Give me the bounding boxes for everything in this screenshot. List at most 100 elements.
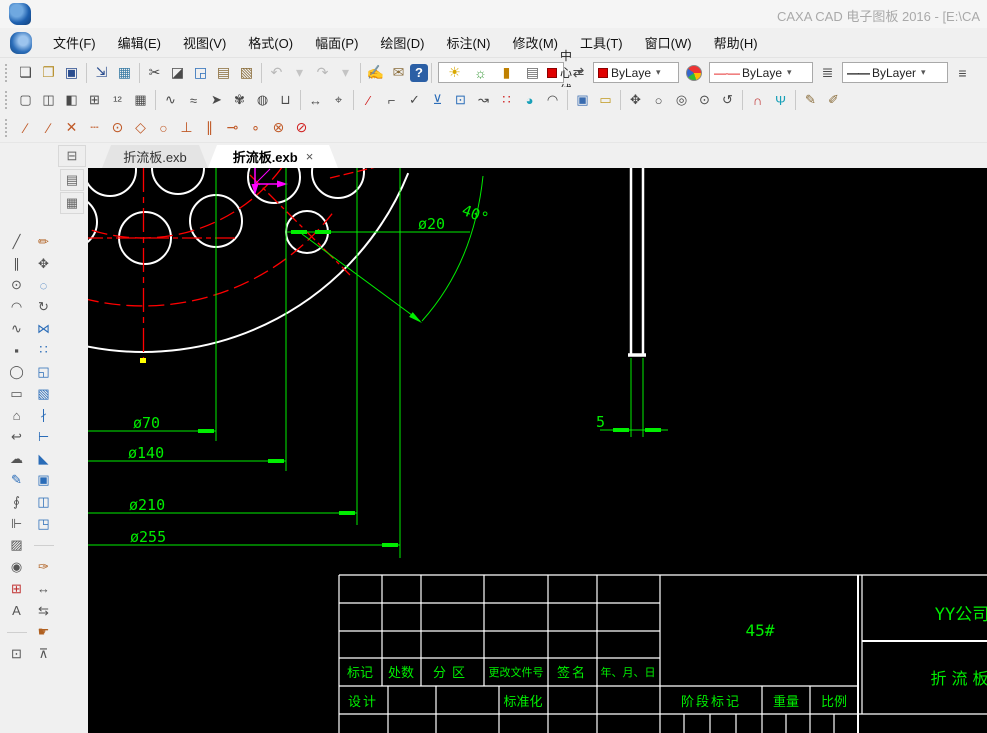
dim-edit-icon[interactable]: ✑ [33, 557, 55, 577]
arc-angle-icon[interactable]: ◠ [541, 89, 564, 112]
clean-document-icon[interactable]: ✍ [364, 61, 387, 84]
menu-view[interactable]: 视图(V) [172, 29, 237, 56]
table-insert-icon[interactable]: ⊞ [6, 579, 28, 599]
draw-arc-icon[interactable]: ◠ [6, 297, 28, 317]
sketch-pen-icon[interactable]: ✎ [799, 89, 822, 112]
serial-number-icon[interactable]: ¹² [106, 89, 129, 112]
undo-icon[interactable]: ↶ [265, 61, 288, 84]
snap-tangent-point-icon[interactable]: ⊗ [267, 116, 290, 139]
layer-visible-bulb-icon[interactable]: ☀ [443, 61, 466, 84]
pan-icon[interactable]: ✥ [624, 89, 647, 112]
chain-dim-icon[interactable]: ↝ [472, 89, 495, 112]
chamfer-icon[interactable]: ◣ [33, 449, 55, 469]
chevron-down-icon[interactable]: ▾ [921, 67, 926, 78]
datum-symbol-icon[interactable]: ⊻ [426, 89, 449, 112]
properties-panel-icon[interactable]: ▤ [60, 169, 84, 191]
draw-spline-icon[interactable]: ∿ [6, 319, 28, 339]
quadrant-circle-icon[interactable]: ◕ [518, 89, 541, 112]
snap-quadrant-icon[interactable]: ◇ [129, 116, 152, 139]
layer-combo[interactable]: ☀☼▮▤ 中心线 ▾ [438, 49, 582, 97]
draw-text-icon[interactable]: A [6, 601, 28, 621]
block-icon[interactable]: ⊡ [6, 644, 28, 664]
dim-linear-icon[interactable]: ↔ [304, 89, 327, 112]
copy-with-base-icon[interactable]: ◲ [189, 61, 212, 84]
table-icon[interactable]: ⊞ [83, 89, 106, 112]
fillet-dim-icon[interactable]: ⌐ [380, 89, 403, 112]
part-view-icon[interactable]: ⊔ [274, 89, 297, 112]
copy-object-icon[interactable]: ◌ [33, 275, 55, 295]
draw-hatch-icon[interactable]: ▨ [6, 535, 28, 555]
snap-off-icon[interactable]: ⊘ [290, 116, 313, 139]
erase-icon[interactable]: ✏ [33, 232, 55, 252]
gear-symbol-icon[interactable]: ✾ [228, 89, 251, 112]
bolt-tool-icon[interactable]: ⊼ [33, 644, 55, 664]
linetype-combo[interactable]: —·— ByLaye ▾ [709, 62, 813, 83]
draw-sketch-icon[interactable]: ✎ [6, 470, 28, 490]
stretch-icon[interactable]: ▧ [33, 384, 55, 404]
undo-caret-icon[interactable]: ▾ [288, 61, 311, 84]
frame-edit-icon[interactable]: ◫ [33, 492, 55, 512]
zoom-all-icon[interactable]: ⊙ [693, 89, 716, 112]
menu-window[interactable]: 窗口(W) [634, 29, 703, 56]
chevron-down-icon[interactable]: ▾ [787, 67, 792, 78]
break-line-icon[interactable]: ≈ [182, 89, 205, 112]
linewidth-combo[interactable]: —— ByLayer ▾ [842, 62, 948, 83]
snap-endpoint-icon[interactable]: ∕ [14, 116, 37, 139]
ole-object-icon[interactable]: ✉ [387, 61, 410, 84]
zoom-icon[interactable]: ○ [647, 89, 670, 112]
dimension-lines[interactable] [88, 168, 668, 558]
menu-help[interactable]: 帮助(H) [703, 29, 769, 56]
draw-polygon-icon[interactable]: ⌂ [6, 405, 28, 425]
zoom-back-icon[interactable]: ↺ [716, 89, 739, 112]
draw-rectangle-icon[interactable]: ▭ [6, 384, 28, 404]
side-view-plate[interactable] [628, 168, 646, 357]
chevron-down-icon[interactable]: ▾ [656, 67, 661, 78]
mirror-icon[interactable]: ⋈ [33, 319, 55, 339]
toolbar-grip[interactable] [5, 63, 9, 82]
snap-guide-icon[interactable]: Ψ [769, 89, 792, 112]
cut-icon[interactable]: ✂ [143, 61, 166, 84]
copy-icon[interactable]: ◪ [166, 61, 189, 84]
wavy-line-icon[interactable]: ∿ [159, 89, 182, 112]
layer-lock-icon[interactable]: ▮ [495, 61, 518, 84]
tab-document-2-active[interactable]: 折流板.exb × [208, 145, 338, 168]
snap-nearest-icon[interactable]: ⊸ [221, 116, 244, 139]
save-file-icon[interactable]: ▣ [60, 61, 83, 84]
dim-tool-icon[interactable]: ↔ [33, 579, 55, 599]
redo-icon[interactable]: ↷ [311, 61, 334, 84]
tolerance-box-icon[interactable]: ⊡ [449, 89, 472, 112]
help-icon[interactable]: ? [410, 63, 428, 82]
open-file-icon[interactable]: ❐ [37, 61, 60, 84]
draw-line-icon[interactable]: ╱ [6, 232, 28, 252]
array-icon[interactable]: ∷ [33, 340, 55, 360]
leader-arrow-icon[interactable]: ➤ [205, 89, 228, 112]
dim-coordinate-icon[interactable]: ⌖ [327, 89, 350, 112]
paper-edge-icon[interactable]: ◧ [60, 89, 83, 112]
library-panel-icon[interactable]: ▦ [60, 192, 84, 214]
menu-format[interactable]: 格式(O) [237, 29, 304, 56]
extend-icon[interactable]: ⊢ [33, 427, 55, 447]
snap-intersection-icon[interactable]: ✕ [60, 116, 83, 139]
balloon-icon[interactable]: ◍ [251, 89, 274, 112]
menu-edit[interactable]: 编辑(E) [107, 29, 172, 56]
snap-midpoint-icon[interactable]: ∕ [37, 116, 60, 139]
draw-ellipse-icon[interactable]: ◯ [6, 362, 28, 382]
drawing-canvas[interactable]: ø70 ø140 ø210 ø255 ø20 40° 5 标记 处数 分区 更改… [88, 168, 987, 733]
menu-file[interactable]: 文件(F) [42, 29, 107, 56]
red-marks-icon[interactable]: ∷ [495, 89, 518, 112]
draw-contour-icon[interactable]: ∮ [6, 492, 28, 512]
layer-frozen-sun-icon[interactable]: ☼ [469, 61, 492, 84]
snap-tangent-circle-icon[interactable]: ○ [152, 116, 175, 139]
draw-cloud-icon[interactable]: ☁ [6, 449, 28, 469]
snap-center-icon[interactable]: ⊙ [106, 116, 129, 139]
redo-caret-icon[interactable]: ▾ [334, 61, 357, 84]
paper-frame-icon[interactable]: ▢ [14, 89, 37, 112]
color-combo[interactable]: ByLaye ▾ [593, 62, 679, 83]
save-as-icon[interactable]: ⇲ [90, 61, 113, 84]
move-icon[interactable]: ✥ [33, 254, 55, 274]
draw-axis-icon[interactable]: ⊩ [6, 514, 28, 534]
layer-print-icon[interactable]: ▤ [521, 61, 544, 84]
toolbar-more-icon[interactable]: ≡ [951, 61, 974, 84]
menu-dimension[interactable]: 标注(N) [435, 29, 501, 56]
red-slash-icon[interactable]: ∕ [357, 89, 380, 112]
